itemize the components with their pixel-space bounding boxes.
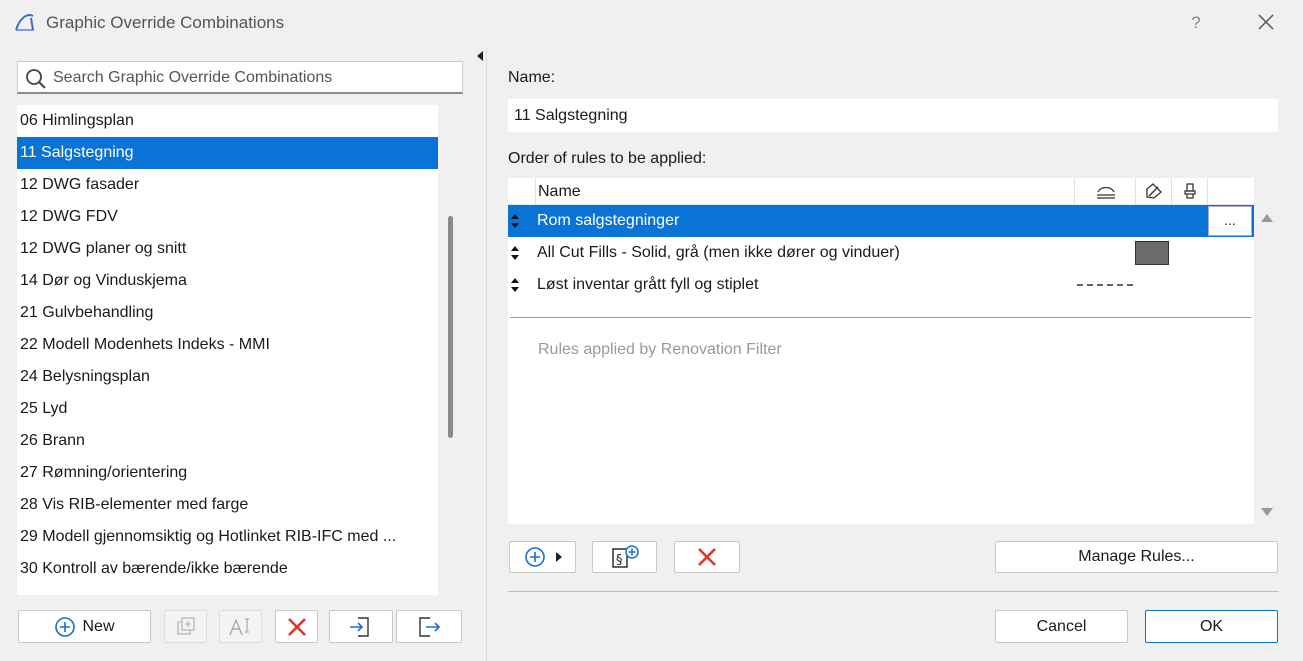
list-item[interactable]: 26 Brann <box>17 425 438 457</box>
drag-handle-icon[interactable] <box>511 246 519 260</box>
rules-separator <box>510 317 1251 318</box>
list-item[interactable]: 25 Lyd <box>17 393 438 425</box>
list-item[interactable]: 12 DWG fasader <box>17 169 438 201</box>
plus-circle-icon <box>524 547 545 567</box>
rules-table-header: Name <box>508 178 1254 205</box>
footer-divider <box>508 591 1279 592</box>
order-label: Order of rules to be applied: <box>508 150 707 167</box>
rule-options-button[interactable]: ... <box>1208 206 1252 236</box>
combination-list: 06 Himlingsplan 11 Salgstegning 12 DWG fas… <box>17 105 438 595</box>
rule-row[interactable]: Rom salgstegninger ... <box>508 205 1254 237</box>
delete-rule-button[interactable] <box>674 541 740 573</box>
rules-table: Name Rom salgstegninger ... All Cut Fill… <box>508 178 1254 524</box>
dropdown-arrow-icon <box>555 552 562 562</box>
list-scrollbar[interactable] <box>448 216 453 438</box>
cut-fill-icon <box>1146 183 1162 199</box>
rename-icon <box>228 617 249 635</box>
add-rule-icon: § <box>611 545 639 568</box>
column-cut-fill[interactable] <box>1135 178 1171 205</box>
list-item[interactable]: 06 Himlingsplan <box>17 105 438 137</box>
list-item[interactable]: 12 DWG FDV <box>17 201 438 233</box>
window-title: Graphic Override Combinations <box>46 13 285 32</box>
archicad-logo-icon <box>15 14 34 31</box>
cancel-button[interactable]: Cancel <box>995 610 1128 643</box>
rule-row[interactable]: All Cut Fills - Solid, grå (men ikke dør… <box>508 237 1254 269</box>
drag-handle-icon[interactable] <box>511 278 519 292</box>
delete-x-icon <box>698 548 716 566</box>
search-field[interactable] <box>17 61 463 94</box>
dashed-line-type-preview <box>1077 284 1133 286</box>
search-input[interactable] <box>53 67 453 89</box>
renovation-filter-text: Rules applied by Renovation Filter <box>538 341 782 358</box>
column-actions <box>1207 178 1254 205</box>
manage-rules-button[interactable]: Manage Rules... <box>995 541 1278 573</box>
search-icon <box>26 69 46 89</box>
list-item[interactable]: 30 Kontroll av bærende/ikke bærende <box>17 553 438 585</box>
scroll-down-arrow-icon[interactable] <box>1261 508 1273 516</box>
title-bar: Graphic Override Combinations ? <box>0 0 1303 46</box>
delete-x-icon <box>287 617 306 636</box>
delete-combination-button[interactable] <box>275 610 318 643</box>
scroll-up-arrow-icon[interactable] <box>1261 214 1273 222</box>
line-type-icon <box>1097 186 1115 199</box>
rule-name: Løst inventar grått fyll og stiplet <box>537 276 759 293</box>
column-name-label: Name <box>538 183 581 200</box>
duplicate-button[interactable] <box>164 610 207 643</box>
plus-circle-icon <box>55 616 76 637</box>
new-button[interactable]: New <box>18 610 151 643</box>
collapse-pane-icon[interactable] <box>477 51 483 61</box>
ok-button[interactable]: OK <box>1145 610 1278 643</box>
drag-handle-icon[interactable] <box>511 214 519 228</box>
list-item[interactable]: 14 Dør og Vinduskjema <box>17 265 438 297</box>
export-icon <box>419 616 441 637</box>
list-item[interactable]: 11 Salgstegning <box>17 137 438 169</box>
column-name[interactable]: Name <box>535 178 1074 205</box>
list-item[interactable]: 27 Rømning/orientering <box>17 457 438 489</box>
svg-text:§: § <box>616 553 623 568</box>
add-rule-from-list-button[interactable]: § <box>592 541 657 573</box>
help-button[interactable]: ? <box>1180 8 1212 38</box>
import-button[interactable] <box>329 610 393 643</box>
name-input[interactable] <box>508 99 1278 132</box>
list-item[interactable]: 29 Modell gjennomsiktig og Hotlinket RIB… <box>17 521 438 553</box>
import-icon <box>350 616 369 637</box>
list-item[interactable]: 22 Modell Modenhets Indeks - MMI <box>17 329 438 361</box>
list-item[interactable]: 12 DWG planer og snitt <box>17 233 438 265</box>
name-label: Name: <box>508 69 556 86</box>
close-button[interactable] <box>1248 8 1284 38</box>
brush-icon <box>1184 183 1196 199</box>
column-surface[interactable] <box>1171 178 1207 205</box>
duplicate-icon <box>176 616 195 635</box>
pane-divider[interactable] <box>486 46 487 661</box>
column-line-type[interactable] <box>1074 178 1135 205</box>
rule-name: Rom salgstegninger <box>537 212 680 229</box>
list-item[interactable]: 24 Belysningsplan <box>17 361 438 393</box>
rule-row[interactable]: Løst inventar grått fyll og stiplet <box>508 269 1254 301</box>
add-rule-button[interactable] <box>509 541 576 573</box>
list-item[interactable]: 21 Gulvbehandling <box>17 297 438 329</box>
new-button-label: New <box>82 617 115 635</box>
close-icon <box>1258 14 1274 30</box>
list-item[interactable]: 28 Vis RIB-elementer med farge <box>17 489 438 521</box>
rename-button[interactable] <box>219 610 262 643</box>
export-button[interactable] <box>396 610 462 643</box>
rule-name: All Cut Fills - Solid, grå (men ikke dør… <box>537 244 900 261</box>
cut-fill-swatch <box>1135 241 1169 265</box>
